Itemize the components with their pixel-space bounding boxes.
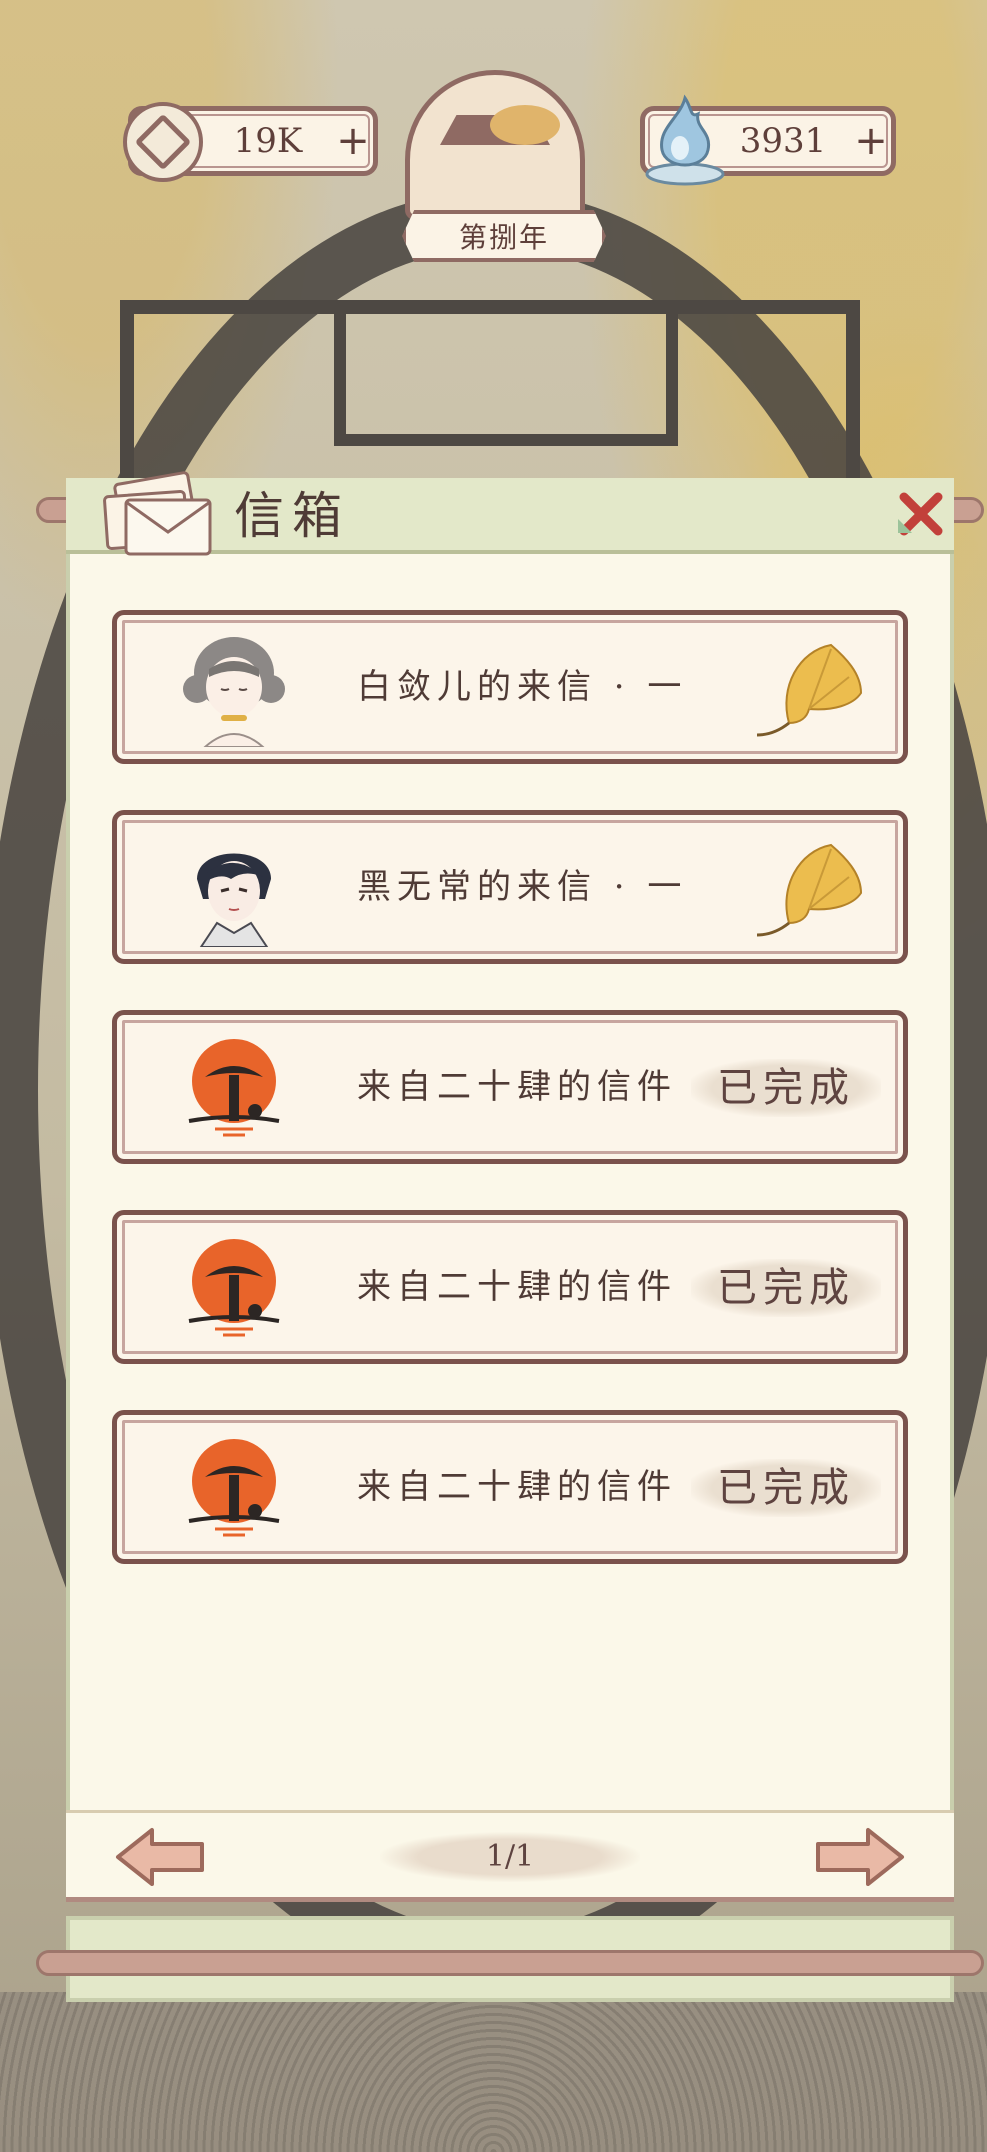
floor-pattern [0,1992,987,2152]
close-icon [898,492,943,536]
black-hair-man-portrait [197,853,271,947]
letter-title: 来自二十肆的信件 [357,1467,677,1507]
mailbox-title: 信箱 [234,487,350,545]
white-hair-girl-portrait [183,637,285,747]
letter-title: 白敛儿的来信 · 一 [357,667,688,707]
ink-mushroom-sun-emblem [188,1039,280,1137]
letter-item[interactable]: 来自二十肆的信件 已完成 [112,1210,908,1364]
coin-value: 19K [233,121,303,161]
letter-item[interactable]: 白敛儿的来信 · 一 [112,610,908,764]
page-indicator: 1/1 [380,1832,640,1882]
ginkgo-leaf-icon [756,843,863,937]
letter-title: 来自二十肆的信件 [357,1067,677,1107]
completed-badge: 已完成 [691,1259,881,1317]
arrow-right-icon [816,1828,904,1886]
soul-value: 3931 [739,121,827,161]
ginkgo-leaf-icon [756,643,863,737]
previous-page-button[interactable] [112,1824,208,1890]
coin-icon [123,102,203,182]
letter-title: 来自二十肆的信件 [357,1267,677,1307]
add-coin-button[interactable]: + [333,121,373,161]
letter-item[interactable]: 来自二十肆的信件 已完成 [112,1010,908,1164]
letter-item[interactable]: 来自二十肆的信件 已完成 [112,1410,908,1564]
letter-list: 白敛儿的来信 · 一 黑无常的来信 · 一 来自二十肆的信件 已完成 来自二十肆… [112,610,908,1610]
completed-badge: 已完成 [691,1459,881,1517]
completed-badge: 已完成 [691,1059,881,1117]
letter-item[interactable]: 黑无常的来信 · 一 [112,810,908,964]
close-button[interactable] [892,487,948,543]
next-page-button[interactable] [812,1824,908,1890]
scroll-rod-bottom [36,1950,984,1976]
envelope-stack-icon [103,471,212,556]
ink-mushroom-sun-emblem [188,1439,280,1537]
window-lattice [120,300,860,480]
year-label: 第捌年 [402,210,606,262]
letter-title: 黑无常的来信 · 一 [357,867,688,907]
add-soul-button[interactable]: + [851,121,891,161]
soul-flame-icon [645,94,725,186]
ink-mushroom-sun-emblem [188,1239,280,1337]
arrow-left-icon [116,1828,204,1886]
